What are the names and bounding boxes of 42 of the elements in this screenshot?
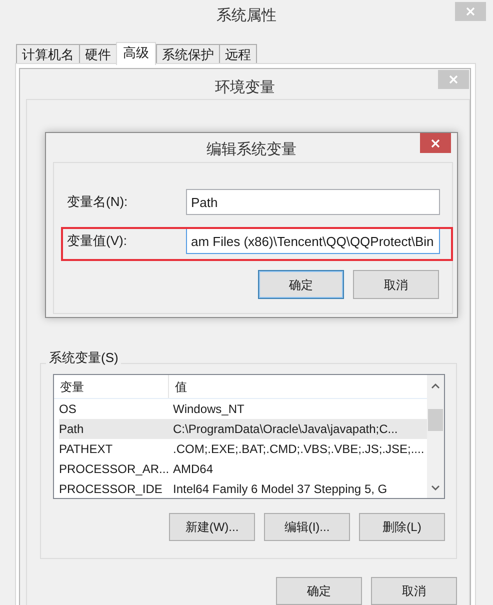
button[interactable]: 取消 — [371, 577, 457, 605]
table-cell-text: PROCESSOR_AR... — [59, 461, 170, 478]
input-field[interactable]: Path — [186, 189, 440, 215]
group-label: 系统变量(S) — [46, 348, 122, 368]
list-row[interactable]: PATHEXT .COM;.EXE;.BAT;.CMD;.VBS;.VBE;.JS;.JSE;.... — [59, 439, 427, 459]
table-cell-text: C:\ProgramData\Oracle\Java\javapath;C... — [173, 421, 398, 438]
close-icon — [449, 75, 458, 84]
scroll-down-icon[interactable] — [431, 485, 440, 491]
scrollbar[interactable] — [427, 375, 444, 498]
window-title: 环境变量 — [215, 78, 275, 98]
button[interactable]: 新建(W)... — [169, 513, 255, 541]
close-icon — [466, 7, 475, 16]
list-row[interactable]: PROCESSOR_AR... AMD64 — [59, 459, 427, 479]
close-icon — [431, 138, 440, 148]
table-cell-text: Intel64 Family 6 Model 37 Stepping 5, G — [173, 481, 388, 498]
button[interactable]: 确定 — [258, 270, 344, 299]
window-title: 系统属性 — [216, 6, 276, 26]
table-cell-text: OS — [59, 401, 78, 418]
field-label: 变量值(V): — [66, 232, 128, 250]
button[interactable]: 取消 — [353, 270, 439, 299]
window-title: 编辑系统变量 — [206, 140, 296, 160]
close-button[interactable] — [420, 133, 451, 153]
table-cell-text: PROCESSOR_IDE — [59, 481, 164, 498]
column-header[interactable]: 值 — [169, 375, 427, 398]
list-row[interactable]: PROCESSOR_IDE Intel64 Family 6 Model 37 Stepping 5, G — [59, 479, 427, 498]
field-label: 变量名(N): — [66, 193, 129, 212]
tab[interactable]: 高级 — [116, 42, 156, 65]
scroll-up-icon[interactable] — [431, 383, 440, 389]
table-cell-text: Path — [59, 421, 85, 438]
list-row[interactable]: OS Windows_NT — [59, 399, 427, 419]
table-cell-text: Windows_NT — [173, 401, 244, 418]
button[interactable]: 编辑(I)... — [264, 513, 350, 541]
table-cell-text: .COM;.EXE;.BAT;.CMD;.VBS;.VBE;.JS;.JSE;.... — [173, 441, 424, 458]
list-row[interactable]: Path C:\ProgramData\Oracle\Java\javapath;C... — [59, 419, 427, 439]
scroll-thumb[interactable] — [428, 409, 443, 431]
button[interactable]: 确定 — [276, 577, 362, 605]
column-header[interactable]: 变量 — [54, 375, 169, 398]
table-cell-text: PATHEXT — [59, 441, 114, 458]
tab[interactable]: 远程 — [219, 44, 257, 65]
button[interactable]: 删除(L) — [359, 513, 445, 541]
table-cell-text: AMD64 — [173, 461, 214, 478]
input-field[interactable]: am Files (x86)\Tencent\QQ\QQProtect\Bin — [186, 228, 440, 254]
